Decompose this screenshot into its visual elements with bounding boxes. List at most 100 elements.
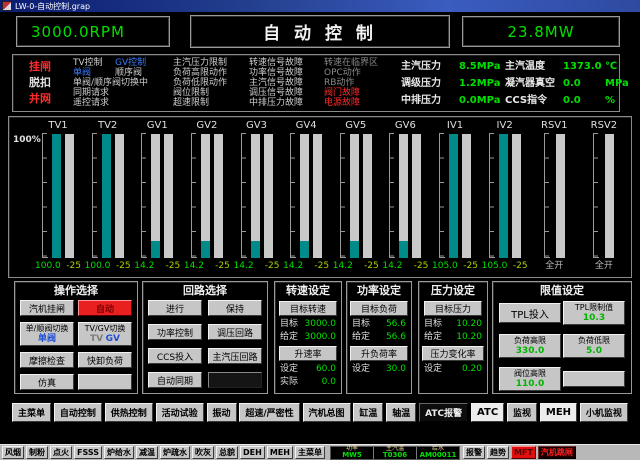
valve-position-fill xyxy=(151,241,160,258)
nav-button[interactable]: 缸温 xyxy=(353,403,383,422)
given-load-row: 给定 56.6 xyxy=(347,332,411,342)
nav-button[interactable]: 主菜单 xyxy=(12,403,51,422)
speed-rate-button[interactable]: 升速率 xyxy=(279,346,337,361)
tpl-engage-button[interactable]: TPL投入 xyxy=(499,303,561,323)
blank-button[interactable] xyxy=(563,371,625,387)
load-rate-button[interactable]: 升负荷率 xyxy=(350,346,408,361)
target-pressure-button[interactable]: 目标压力 xyxy=(424,301,482,316)
panel-title: 转速设定 xyxy=(275,284,341,297)
valve-state-bar xyxy=(556,134,565,258)
friction-check-button[interactable]: 摩擦检查 xyxy=(20,352,74,368)
valve-scale-icon xyxy=(92,133,98,258)
valve-position-fill xyxy=(350,241,359,258)
single-seq-valve-switch-button[interactable]: 单/顺阀切换 单阀 xyxy=(20,322,74,346)
valve-scale-icon xyxy=(241,133,247,258)
nav-button[interactable]: 小机监视 xyxy=(580,403,628,422)
panel-speed-setting: 转速设定 目标转速 目标 3000.0 给定 3000.0 升速率 设定 60.… xyxy=(274,281,342,394)
nav-button[interactable]: 自动控制 xyxy=(54,403,102,422)
valve-high-limit-value: 110.0 xyxy=(516,379,544,389)
target-load-button[interactable]: 目标负荷 xyxy=(350,301,408,316)
nav-button[interactable]: 供热控制 xyxy=(105,403,153,422)
valve-bars xyxy=(544,133,565,258)
target-speed-button[interactable]: 目标转速 xyxy=(279,301,337,316)
nav-button[interactable]: 汽机总图 xyxy=(303,403,351,422)
auto-sync-button[interactable]: 自动同期 xyxy=(148,372,202,388)
valve-bars xyxy=(489,133,521,258)
taskbar-page-button[interactable]: 总貌 xyxy=(216,446,238,459)
valve-name-label: TV1 xyxy=(48,120,67,132)
readout-label: CCS指令 xyxy=(505,93,563,109)
screen-nav-row: 主菜单自动控制供热控制活动试验振动超速/严密性汽机总图缸温轴温ATC报警ATC监… xyxy=(12,403,628,422)
nav-button[interactable]: ATC报警 xyxy=(419,403,468,422)
turbine-latch-button[interactable]: 汽机挂闸 xyxy=(20,300,74,316)
taskbar-page-button[interactable]: MEH xyxy=(267,446,293,459)
load-low-limit-button[interactable]: 负荷低限 5.0 xyxy=(563,334,625,358)
trend-button[interactable]: 趋势 xyxy=(487,446,509,459)
pressure-rate-button[interactable]: 压力变化率 xyxy=(422,346,484,361)
hold-button[interactable]: 保持 xyxy=(208,300,262,316)
ccs-engage-button[interactable]: CCS投入 xyxy=(148,348,202,364)
valve-position-value: 105.0 xyxy=(482,261,508,271)
valve-high-limit-button[interactable]: 阀位高限 110.0 xyxy=(499,367,561,391)
blank-button[interactable] xyxy=(208,372,262,388)
auto-button[interactable]: 自动 xyxy=(78,300,132,316)
main-steam-pressure-loop-button[interactable]: 主汽压回路 xyxy=(208,348,262,364)
nav-button[interactable]: MEH xyxy=(540,403,577,422)
control-mode-display: 自 动 控 制 xyxy=(190,15,450,48)
row-label: 目标 xyxy=(352,319,374,329)
panel-title: 功率设定 xyxy=(347,284,411,297)
target-pressure-value: 10.20 xyxy=(446,319,482,329)
valve-reference-value: -25 xyxy=(414,261,429,271)
simulation-button[interactable]: 仿真 xyxy=(20,374,74,390)
valve-name-label: IV1 xyxy=(447,120,463,132)
taskbar-page-button[interactable]: 炉疏水 xyxy=(160,446,190,459)
valve-reference-value: -25 xyxy=(314,261,329,271)
target-load-value: 56.6 xyxy=(374,319,406,329)
readout-label: 中排压力 xyxy=(401,93,459,109)
valve-values: 全开 xyxy=(531,261,577,271)
valve-reference-value: -25 xyxy=(66,261,81,271)
panel-power-setting: 功率设定 目标负荷 目标 56.6 给定 56.6 升负荷率 设定 30.0 xyxy=(346,281,412,394)
signal-fault-label: 调压信号故障 xyxy=(249,88,303,98)
mft-button[interactable]: MFT xyxy=(511,446,536,459)
valve-scale-icon xyxy=(389,133,395,258)
taskbar-page-button[interactable]: 点火 xyxy=(50,446,72,459)
nav-button[interactable]: 活动试验 xyxy=(156,403,204,422)
signal-fault-column: 转速信号故障功率信号故障主汽信号故障调压信号故障中排压力故障 xyxy=(249,58,303,108)
taskbar-page-button[interactable]: 主菜单 xyxy=(295,446,325,459)
panel-loop-select: 回路选择 进行 保持 功率控制 调压回路 CCS投入 主汽压回路 自动同期 xyxy=(142,281,268,394)
power-control-button[interactable]: 功率控制 xyxy=(148,324,202,340)
nav-button[interactable]: 轴温 xyxy=(386,403,416,422)
tv-gv-switch-button[interactable]: TV/GV切换 TV GV xyxy=(78,322,132,346)
valve-group: GV414.2-25 xyxy=(283,120,329,271)
taskbar-page-button[interactable]: FSSS xyxy=(74,446,102,459)
load-high-limit-button[interactable]: 负荷高限 330.0 xyxy=(499,334,561,358)
taskbar-page-button[interactable]: DEH xyxy=(240,446,265,459)
taskbar-page-button[interactable]: 风烟 xyxy=(2,446,24,459)
breaker-status-label: 脱扣 xyxy=(29,75,51,91)
alarm-button[interactable]: 报警 xyxy=(463,446,485,459)
tpl-limit-button[interactable]: TPL限制值 10.3 xyxy=(563,301,625,325)
nav-button[interactable]: 监视 xyxy=(507,403,537,422)
valve-state-bar xyxy=(605,134,614,258)
pressure-loop-button[interactable]: 调压回路 xyxy=(208,324,262,340)
nav-button[interactable]: ATC xyxy=(471,403,504,422)
taskbar-page-button[interactable]: 减温 xyxy=(136,446,158,459)
load-low-limit-value: 5.0 xyxy=(586,346,602,356)
blank-button[interactable] xyxy=(78,374,132,390)
valve-position-bar xyxy=(350,134,359,258)
limit-status-label: 负荷低限动作 xyxy=(173,78,227,88)
taskbar-page-button[interactable]: 吹灰 xyxy=(192,446,214,459)
valve-position-bar xyxy=(449,134,458,258)
row-label: 给定 xyxy=(280,332,302,342)
valve-reference-bar xyxy=(65,134,74,258)
go-button[interactable]: 进行 xyxy=(148,300,202,316)
taskbar-page-button[interactable]: 制粉 xyxy=(26,446,48,459)
taskbar-page-button[interactable]: 炉给水 xyxy=(104,446,134,459)
valve-name-label: GV5 xyxy=(345,120,366,132)
control-mode-status-line: 同期请求 xyxy=(73,88,148,98)
nav-button[interactable]: 振动 xyxy=(207,403,237,422)
nav-button[interactable]: 超速/严密性 xyxy=(239,403,299,422)
fast-unload-button[interactable]: 快卸负荷 xyxy=(78,352,132,368)
window-titlebar[interactable]: LW-0-自动控制.grap xyxy=(0,0,640,12)
